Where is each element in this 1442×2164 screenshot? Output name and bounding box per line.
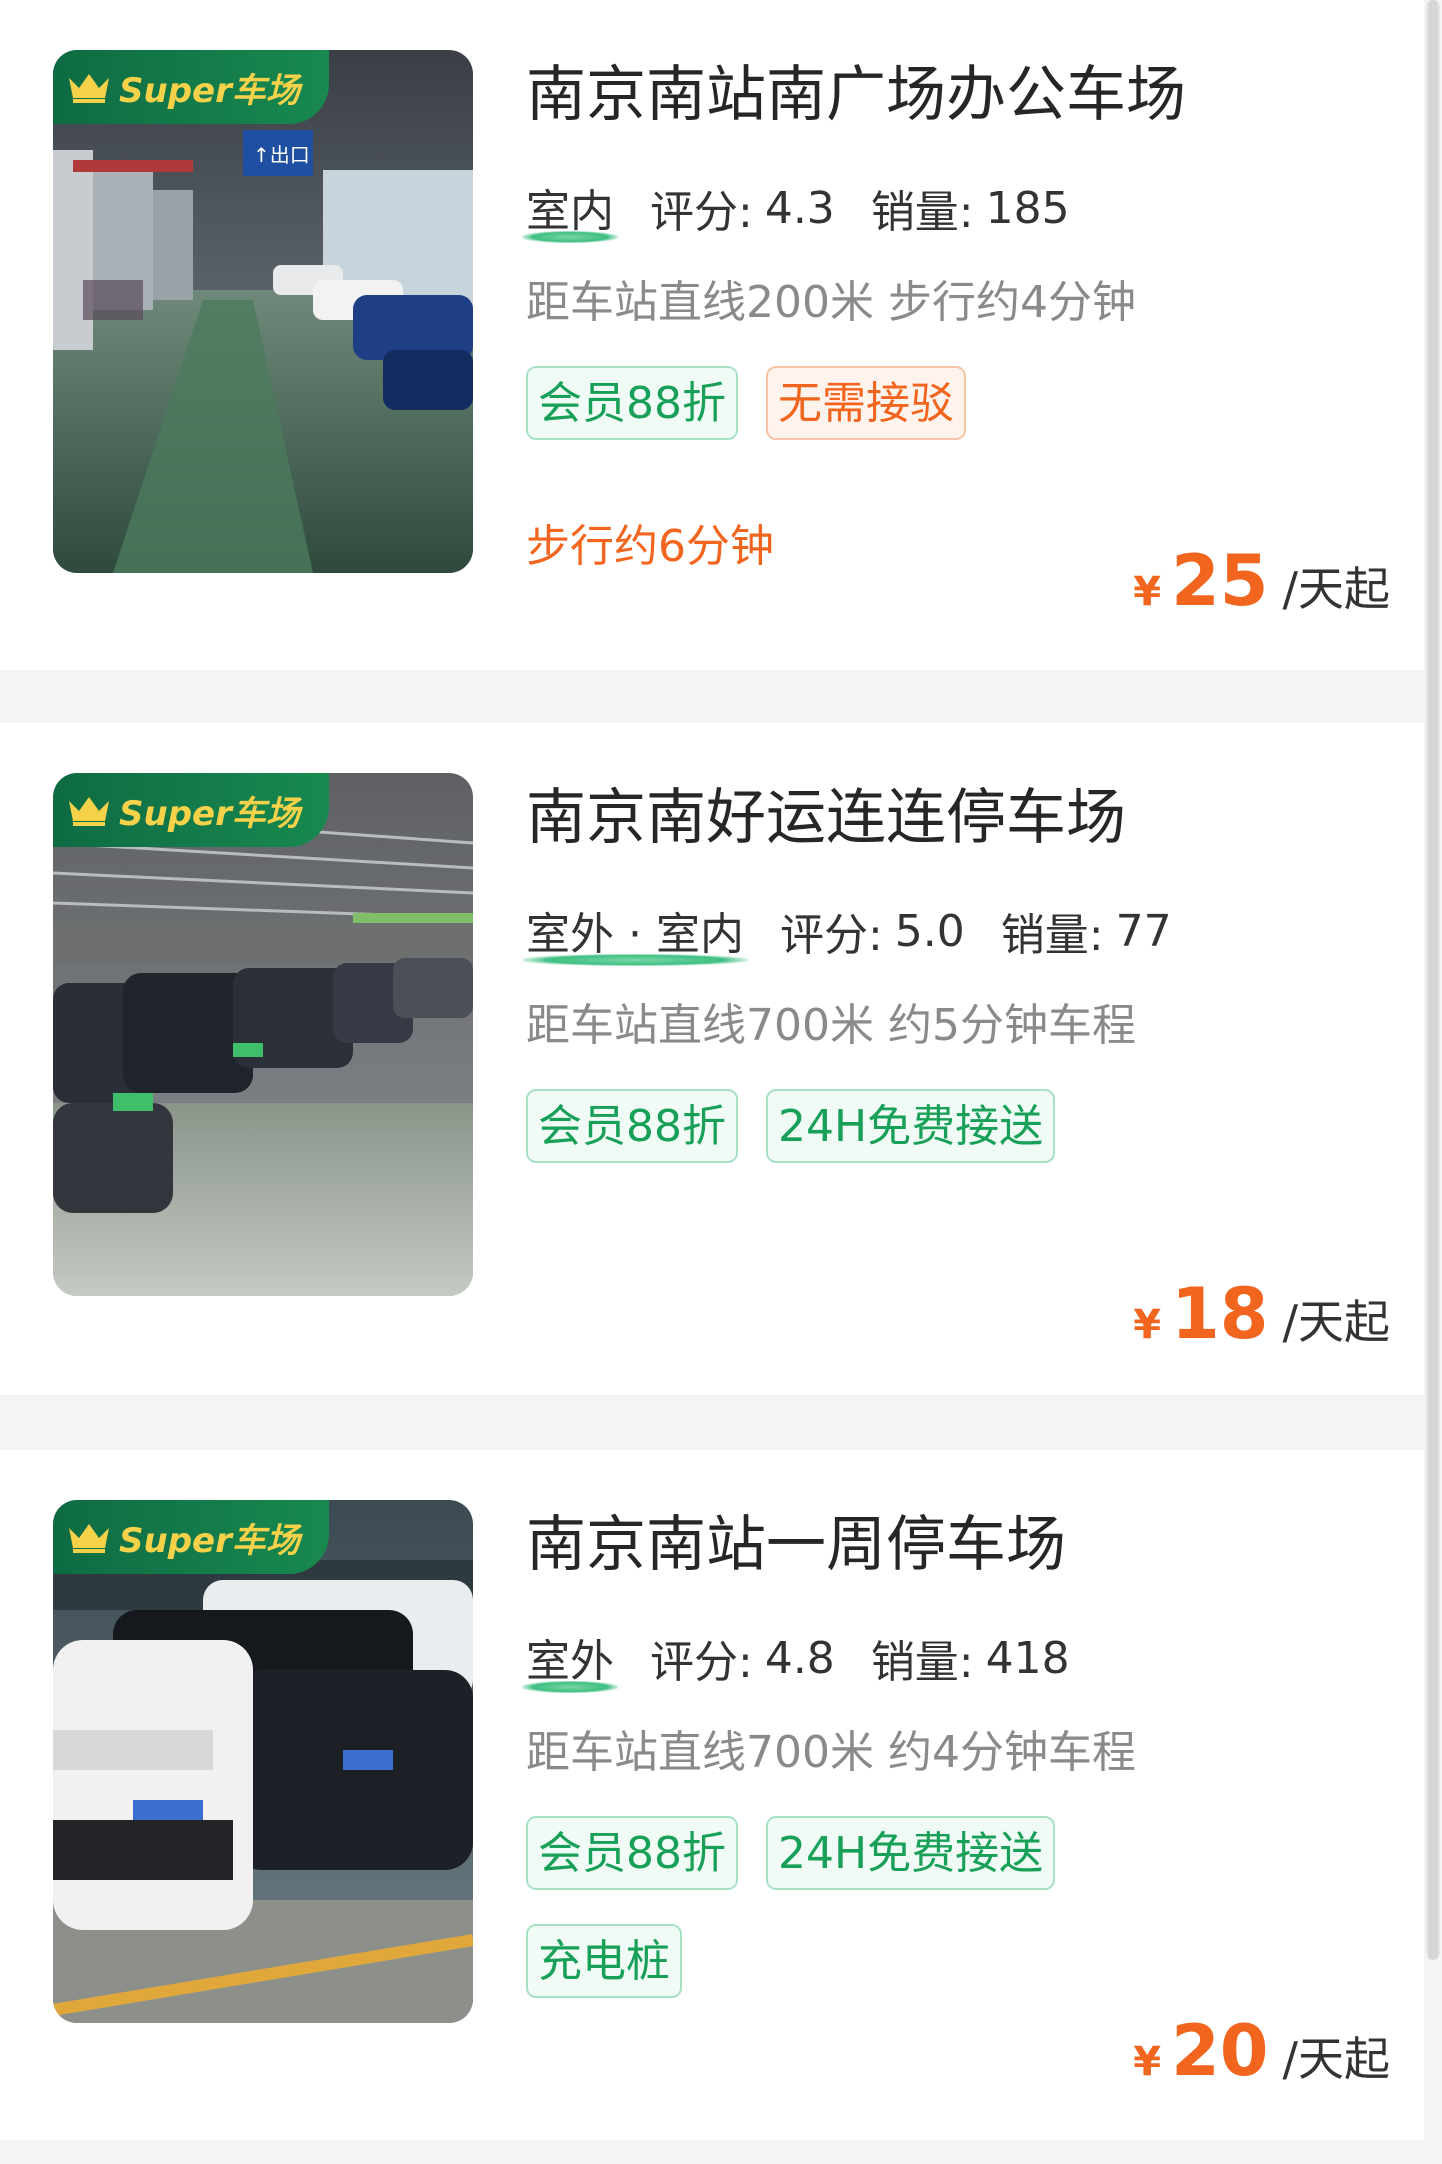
tag-member-discount: 会员88折 bbox=[526, 366, 738, 440]
currency-symbol: ¥ bbox=[1133, 2039, 1162, 2085]
parking-lot-card[interactable]: Super车场 南京南好运连连停车场 室外 · 室内 评分: 5.0 销量: 7… bbox=[0, 723, 1424, 1395]
parking-lot-meta: 室外 评分: 4.8 销量: 418 bbox=[522, 1625, 1070, 1693]
rating-value: 4.3 bbox=[764, 182, 835, 234]
parking-type: 室外 bbox=[522, 1625, 618, 1693]
tag-list: 会员88折 24H免费接送 充电桩 bbox=[526, 1816, 1146, 2032]
parking-lot-photo[interactable]: ↑出口 Super车场 bbox=[53, 50, 473, 573]
parking-lot-card[interactable]: Super车场 南京南站一周停车场 室外 评分: 4.8 销量: 418 距车站… bbox=[0, 1450, 1424, 2140]
svg-text:↑出口: ↑出口 bbox=[253, 143, 310, 167]
sales-label: 销量: bbox=[870, 1637, 974, 1688]
distance-text: 距车站直线700米 约5分钟车程 bbox=[526, 1000, 1136, 1051]
price-unit: /天起 bbox=[1282, 2032, 1391, 2086]
parking-lot-photo[interactable]: Super车场 bbox=[53, 773, 473, 1296]
rating-label: 评分: bbox=[650, 1637, 753, 1688]
price: ¥ 18 /天起 bbox=[1133, 1273, 1390, 1355]
rating-value: 5.0 bbox=[894, 905, 965, 957]
parking-type: 室内 bbox=[522, 175, 618, 243]
sales-label: 销量: bbox=[870, 187, 974, 238]
distance-text: 距车站直线700米 约4分钟车程 bbox=[526, 1727, 1136, 1778]
outdoor-parking-photo bbox=[53, 1500, 473, 2023]
sales-label: 销量: bbox=[1000, 910, 1104, 961]
price-unit: /天起 bbox=[1282, 1295, 1391, 1349]
crown-icon bbox=[69, 797, 109, 826]
rating-label: 评分: bbox=[650, 187, 753, 238]
currency-symbol: ¥ bbox=[1133, 1302, 1162, 1348]
tag-member-discount: 会员88折 bbox=[526, 1816, 738, 1890]
tag-list: 会员88折 24H免费接送 bbox=[526, 1089, 1146, 1197]
super-lot-badge: Super车场 bbox=[53, 773, 329, 847]
parking-lot-card[interactable]: ↑出口 Super车场 南京南站南广场办公车场 室内 评分: 4.3 销量: 1… bbox=[0, 0, 1424, 670]
currency-symbol: ¥ bbox=[1133, 569, 1162, 615]
tag-list: 会员88折 无需接驳 bbox=[526, 366, 1146, 474]
parking-lot-name: 南京南站一周停车场 bbox=[526, 1510, 1066, 1580]
parking-lot-meta: 室外 · 室内 评分: 5.0 销量: 77 bbox=[522, 898, 1172, 966]
price-unit: /天起 bbox=[1282, 562, 1391, 616]
covered-parking-photo bbox=[53, 773, 473, 1296]
badge-label: Super车场 bbox=[119, 70, 300, 111]
tag-free-shuttle: 24H免费接送 bbox=[766, 1089, 1056, 1163]
crown-icon bbox=[69, 1524, 109, 1553]
super-lot-badge: Super车场 bbox=[53, 1500, 329, 1574]
sales-value: 185 bbox=[985, 182, 1070, 234]
super-lot-badge: Super车场 bbox=[53, 50, 329, 124]
rating-label: 评分: bbox=[779, 910, 883, 961]
tag-charging-pile: 充电桩 bbox=[526, 1924, 682, 1998]
tag-no-shuttle: 无需接驳 bbox=[766, 366, 966, 440]
parking-type: 室外 · 室内 bbox=[522, 898, 748, 966]
sales-value: 418 bbox=[985, 1632, 1070, 1684]
badge-label: Super车场 bbox=[119, 793, 300, 834]
walk-note: 步行约6分钟 bbox=[526, 521, 774, 572]
parking-lot-photo[interactable]: Super车场 bbox=[53, 1500, 473, 2023]
indoor-parking-photo: ↑出口 bbox=[53, 50, 473, 573]
price-amount: 18 bbox=[1171, 1273, 1269, 1355]
parking-lot-name: 南京南好运连连停车场 bbox=[526, 783, 1126, 853]
price: ¥ 25 /天起 bbox=[1133, 540, 1390, 622]
sales-value: 77 bbox=[1115, 905, 1172, 957]
crown-icon bbox=[69, 74, 109, 103]
price-amount: 25 bbox=[1171, 540, 1269, 622]
parking-lot-meta: 室内 评分: 4.3 销量: 185 bbox=[522, 175, 1070, 243]
price-amount: 20 bbox=[1171, 2010, 1269, 2092]
tag-member-discount: 会员88折 bbox=[526, 1089, 738, 1163]
rating-value: 4.8 bbox=[764, 1632, 835, 1684]
scrollbar[interactable] bbox=[1426, 0, 1440, 1960]
distance-text: 距车站直线200米 步行约4分钟 bbox=[526, 277, 1136, 328]
parking-lot-name: 南京南站南广场办公车场 bbox=[526, 60, 1186, 130]
scrollbar-thumb[interactable] bbox=[1428, 0, 1438, 1960]
badge-label: Super车场 bbox=[119, 1520, 300, 1561]
price: ¥ 20 /天起 bbox=[1133, 2010, 1390, 2092]
tag-free-shuttle: 24H免费接送 bbox=[766, 1816, 1056, 1890]
